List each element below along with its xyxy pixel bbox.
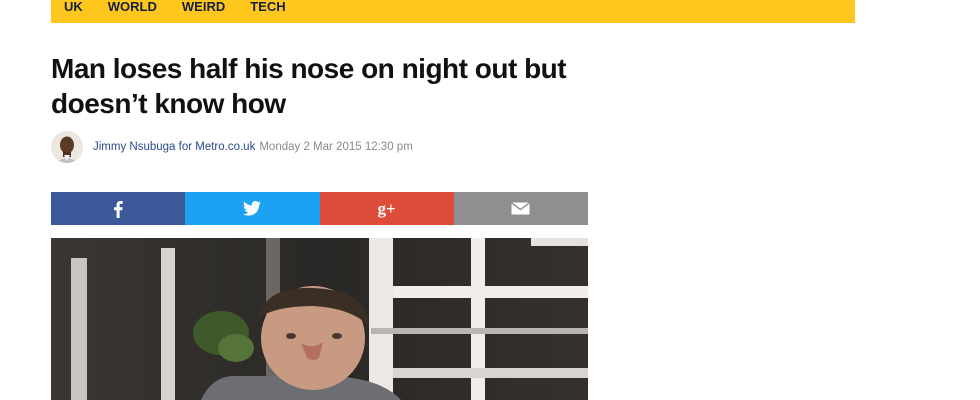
- email-share-button[interactable]: [453, 192, 588, 225]
- nav-item-world[interactable]: WORLD: [108, 0, 157, 14]
- article-hero-image[interactable]: [51, 238, 588, 400]
- top-nav-bar: UK WORLD WEIRD TECH: [51, 0, 855, 23]
- facebook-icon: [114, 200, 123, 218]
- nav-item-uk[interactable]: UK: [64, 0, 83, 14]
- nav-item-weird[interactable]: WEIRD: [182, 0, 225, 14]
- author-link[interactable]: Jimmy Nsubuga for Metro.co.uk: [93, 141, 255, 153]
- hero-photo: [51, 238, 588, 400]
- share-bar: g+: [51, 192, 588, 225]
- email-icon: [511, 202, 531, 215]
- author-avatar[interactable]: [51, 131, 83, 163]
- byline: Jimmy Nsubuga for Metro.co.uk Monday 2 M…: [51, 129, 413, 165]
- article-headline: Man loses half his nose on night out but…: [51, 53, 567, 119]
- twitter-icon: [243, 201, 262, 216]
- facebook-share-button[interactable]: [51, 192, 186, 225]
- nav-item-tech[interactable]: TECH: [250, 0, 285, 14]
- twitter-share-button[interactable]: [185, 192, 320, 225]
- google-plus-icon: g+: [377, 198, 396, 218]
- google-plus-share-button[interactable]: g+: [319, 192, 454, 225]
- author-photo: [51, 131, 83, 163]
- publish-date: Monday 2 Mar 2015 12:30 pm: [259, 141, 413, 153]
